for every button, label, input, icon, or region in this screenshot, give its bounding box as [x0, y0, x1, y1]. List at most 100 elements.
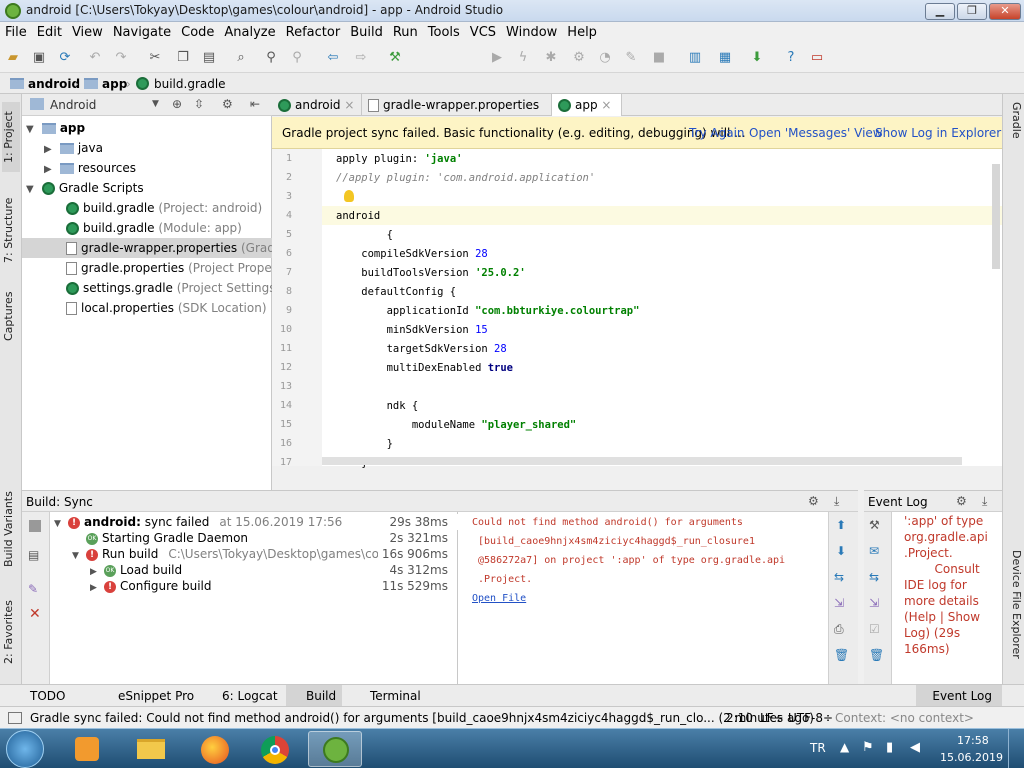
sync-icon[interactable]: ⟳ [56, 49, 74, 67]
chevron-right-icon[interactable]: ▶ [90, 580, 104, 596]
tab-logcat[interactable]: 6: Logcat [222, 688, 278, 704]
find-icon[interactable]: ⌕ [232, 49, 250, 67]
menu-run[interactable]: Run [388, 22, 423, 44]
maximize-button[interactable]: ❐ [957, 3, 987, 20]
coverage-icon[interactable]: ✎ [622, 49, 640, 67]
status-message[interactable]: Gradle sync failed: Could not find metho… [30, 711, 814, 725]
replace-icon[interactable]: ⚲ [288, 49, 306, 67]
open-file-link[interactable]: Open File [472, 593, 526, 604]
avd-manager-icon[interactable]: ▭ [808, 49, 826, 67]
menu-view[interactable]: View [67, 22, 108, 44]
tab-event-log[interactable]: Event Log [916, 685, 1002, 707]
menu-code[interactable]: Code [176, 22, 219, 44]
breadcrumb-android[interactable]: android [28, 75, 80, 93]
toggle-view-icon[interactable]: ▤ [28, 548, 39, 562]
volume-icon[interactable]: ◀ [910, 740, 920, 755]
mark-read-icon[interactable]: ☑ [869, 622, 880, 636]
wrench-icon[interactable]: ⚒ [869, 518, 880, 532]
minimize-button[interactable]: ▁ [925, 3, 955, 20]
tray-expand-icon[interactable]: ▲ [840, 740, 849, 754]
tab-build[interactable]: Build [286, 685, 343, 707]
language-indicator[interactable]: TR [810, 741, 826, 755]
tab-gradle[interactable]: Gradle [1005, 102, 1023, 162]
scroll-from-source-icon[interactable]: ⊕ [172, 97, 182, 111]
minimize-panel-icon[interactable]: ⤓ [834, 494, 839, 509]
apply-changes-icon[interactable]: ϟ [514, 49, 532, 67]
media-player-icon[interactable] [60, 731, 114, 767]
attach-debugger-icon[interactable]: ◔ [596, 49, 614, 67]
run-icon[interactable]: ▶ [488, 49, 506, 67]
stop-icon[interactable]: ■ [650, 49, 668, 67]
collapse-all-icon[interactable]: ⇳ [194, 97, 204, 111]
show-desktop-button[interactable] [1008, 729, 1024, 768]
scroll-to-end-icon[interactable]: ⇲ [834, 596, 844, 610]
tree-item-build-gradle-module[interactable]: build.gradle (Module: app) [66, 218, 242, 238]
vertical-scrollbar[interactable] [992, 164, 1000, 269]
make-project-icon[interactable]: ⚒ [386, 49, 404, 67]
trash-icon[interactable]: 🗑 [834, 648, 849, 662]
toggle-tool-windows-icon[interactable] [8, 712, 22, 724]
help-icon[interactable]: ? [782, 49, 800, 67]
clock-date[interactable]: 15.06.2019 [940, 751, 1003, 764]
project-view-mode[interactable]: Android [50, 98, 96, 112]
chevron-right-icon[interactable]: ▶ [44, 140, 56, 160]
redo-icon[interactable]: ↷ [112, 49, 130, 67]
print-icon[interactable]: ⎙ [834, 622, 844, 637]
cursor-position[interactable]: 2:10 [726, 711, 753, 725]
paste-icon[interactable]: ▤ [200, 49, 218, 67]
sdk-manager-icon[interactable]: ⬇ [748, 49, 766, 67]
menu-refactor[interactable]: Refactor [281, 22, 346, 44]
tab-android[interactable]: android × [272, 94, 362, 116]
arrow-down-icon[interactable]: ⬇ [836, 544, 846, 558]
show-log-link[interactable]: Show Log in Explorer [875, 126, 1001, 140]
tree-item-settings-gradle[interactable]: settings.gradle (Project Settings) [66, 278, 280, 298]
cut-icon[interactable]: ✂ [146, 49, 164, 67]
tree-item-gradle-wrapper-properties[interactable]: gradle-wrapper.properties (Gradle V [22, 238, 298, 258]
back-icon[interactable]: ⇦ [324, 49, 342, 67]
pin-icon[interactable]: ✎ [28, 582, 38, 596]
tree-item-java[interactable]: ▶ java [44, 138, 103, 158]
copy-icon[interactable]: ❐ [174, 49, 192, 67]
tree-item-gradle-scripts[interactable]: ▼ Gradle Scripts [26, 178, 144, 198]
soft-wrap-icon[interactable]: ⇆ [869, 570, 879, 584]
tree-item-build-gradle-project[interactable]: build.gradle (Project: android) [66, 198, 262, 218]
search-icon[interactable]: ⚲ [262, 49, 280, 67]
tree-item-gradle-properties[interactable]: gradle.properties (Project Properties [66, 258, 298, 278]
speech-bubble-icon[interactable]: ✉ [869, 544, 879, 558]
tree-item-resources[interactable]: ▶ resources [44, 158, 136, 178]
chevron-down-icon[interactable]: ▼ [26, 180, 38, 200]
close-icon[interactable]: ✕ [29, 606, 41, 622]
menu-help[interactable]: Help [562, 22, 602, 44]
project-structure-icon[interactable]: ▦ [716, 49, 734, 67]
tab-structure[interactable]: 7: Structure [2, 190, 20, 270]
menu-analyze[interactable]: Analyze [219, 22, 280, 44]
line-separator[interactable]: LF÷ [760, 711, 784, 725]
network-icon[interactable]: ▮ [886, 740, 893, 755]
tree-item-app[interactable]: ▼ app [26, 118, 85, 138]
arrow-up-icon[interactable]: ⬆ [836, 518, 846, 532]
menu-vcs[interactable]: VCS [465, 22, 501, 44]
build-tree-row[interactable]: ▶ OK Load build 4s 312ms [50, 562, 458, 578]
tab-app[interactable]: app × [552, 94, 622, 116]
build-tree-row[interactable]: ▼! Run build C:\Users\Tokyay\Desktop\games… [50, 546, 458, 562]
breadcrumb-app[interactable]: app [102, 75, 127, 93]
tab-build-variants[interactable]: Build Variants [2, 484, 20, 574]
tab-captures[interactable]: Captures [2, 286, 20, 346]
forward-icon[interactable]: ⇨ [352, 49, 370, 67]
tab-device-file-explorer[interactable]: Device File Explorer [1005, 550, 1023, 680]
menu-file[interactable]: File [0, 22, 32, 44]
menu-navigate[interactable]: Navigate [108, 22, 176, 44]
file-explorer-icon[interactable] [124, 731, 178, 767]
soft-wrap-icon[interactable]: ⇆ [834, 570, 844, 584]
clock-time[interactable]: 17:58 [957, 734, 989, 747]
tab-project[interactable]: 1: Project [2, 102, 20, 172]
build-tree-row[interactable]: ▼! android: sync failed at 15.06.2019 17:5… [50, 514, 458, 530]
lightbulb-icon[interactable] [344, 190, 354, 202]
trash-icon[interactable]: 🗑 [869, 648, 884, 662]
gear-icon[interactable]: ⚙ [956, 494, 967, 508]
save-icon[interactable]: ▣ [30, 49, 48, 67]
code-editor[interactable]: 1 2 3 4 5 6 7 8 9 10 11 12 13 14 15 16 17 apply plugin: … [272, 149, 1002, 469]
menu-build[interactable]: Build [345, 22, 388, 44]
try-again-link[interactable]: Try Again [689, 126, 745, 140]
profile-icon[interactable]: ⚙ [570, 49, 588, 67]
